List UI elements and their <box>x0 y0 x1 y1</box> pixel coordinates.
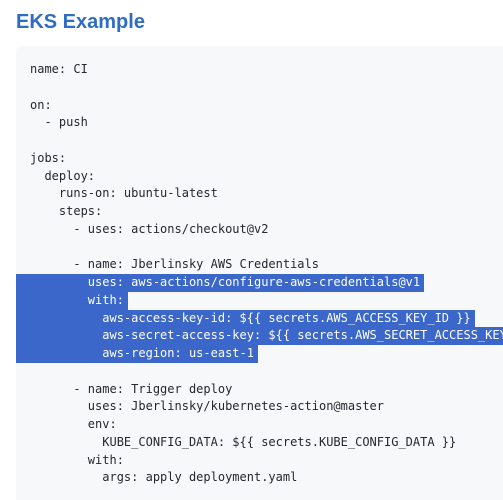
selected-code-text: aws-secret-access-key: ${{ secrets.AWS_S… <box>16 327 503 345</box>
code-text: - uses: actions/checkout@v2 <box>30 221 269 236</box>
code-line: - name: Jberlinsky AWS Credentials <box>16 256 503 274</box>
code-line: aws-secret-access-key: ${{ secrets.AWS_S… <box>16 327 503 345</box>
code-line: KUBE_CONFIG_DATA: ${{ secrets.KUBE_CONFI… <box>16 434 503 452</box>
code-lines-container: name: CI on: - push jobs: deploy: runs-on:… <box>16 61 503 487</box>
selected-code-text: aws-region: us-east-1 <box>16 345 258 363</box>
code-text: - push <box>30 115 88 130</box>
code-line: aws-region: us-east-1 <box>16 345 503 363</box>
code-text: jobs: <box>30 150 67 165</box>
code-text: - name: Trigger deploy <box>30 381 233 396</box>
code-text: uses: Jberlinsky/kubernetes-action@maste… <box>30 399 385 414</box>
selected-code-text: with: <box>16 291 128 310</box>
code-text: - name: Jberlinsky AWS Credentials <box>30 257 319 272</box>
code-text: on: <box>30 97 52 112</box>
code-text: name: CI <box>30 62 88 76</box>
selected-code-text: aws-access-key-id: ${{ secrets.AWS_ACCES… <box>16 309 475 328</box>
code-line: name: CI <box>16 61 503 79</box>
code-line: runs-on: ubuntu-latest <box>16 185 503 203</box>
code-text: args: apply deployment.yaml <box>30 470 298 485</box>
yaml-code-block[interactable]: name: CI on: - push jobs: deploy: runs-on:… <box>16 46 503 500</box>
code-line: deploy: <box>16 168 503 186</box>
code-line: - name: Trigger deploy <box>16 381 503 399</box>
code-text: runs-on: ubuntu-latest <box>30 186 218 201</box>
code-text: steps: <box>30 204 103 218</box>
selected-code-text: uses: aws-actions/configure-aws-credenti… <box>16 274 425 292</box>
code-line: - push <box>16 114 503 132</box>
code-line: uses: aws-actions/configure-aws-credenti… <box>16 274 503 292</box>
code-line: env: <box>16 416 503 434</box>
code-line: steps: <box>16 203 503 221</box>
code-line: on: <box>16 97 503 115</box>
code-text: KUBE_CONFIG_DATA: ${{ secrets.KUBE_CONFI… <box>30 434 457 449</box>
code-line: aws-access-key-id: ${{ secrets.AWS_ACCES… <box>16 309 503 328</box>
code-line: jobs: <box>16 150 503 168</box>
code-line: - uses: actions/checkout@v2 <box>16 221 503 239</box>
code-line: args: apply deployment.yaml <box>16 469 503 487</box>
code-line: uses: Jberlinsky/kubernetes-action@maste… <box>16 398 503 416</box>
section-heading: EKS Example <box>16 11 145 33</box>
code-line: with: <box>16 291 503 310</box>
code-text: env: <box>30 417 117 431</box>
code-line: with: <box>16 452 503 470</box>
code-text: deploy: <box>30 168 96 183</box>
code-text: with: <box>30 452 124 467</box>
